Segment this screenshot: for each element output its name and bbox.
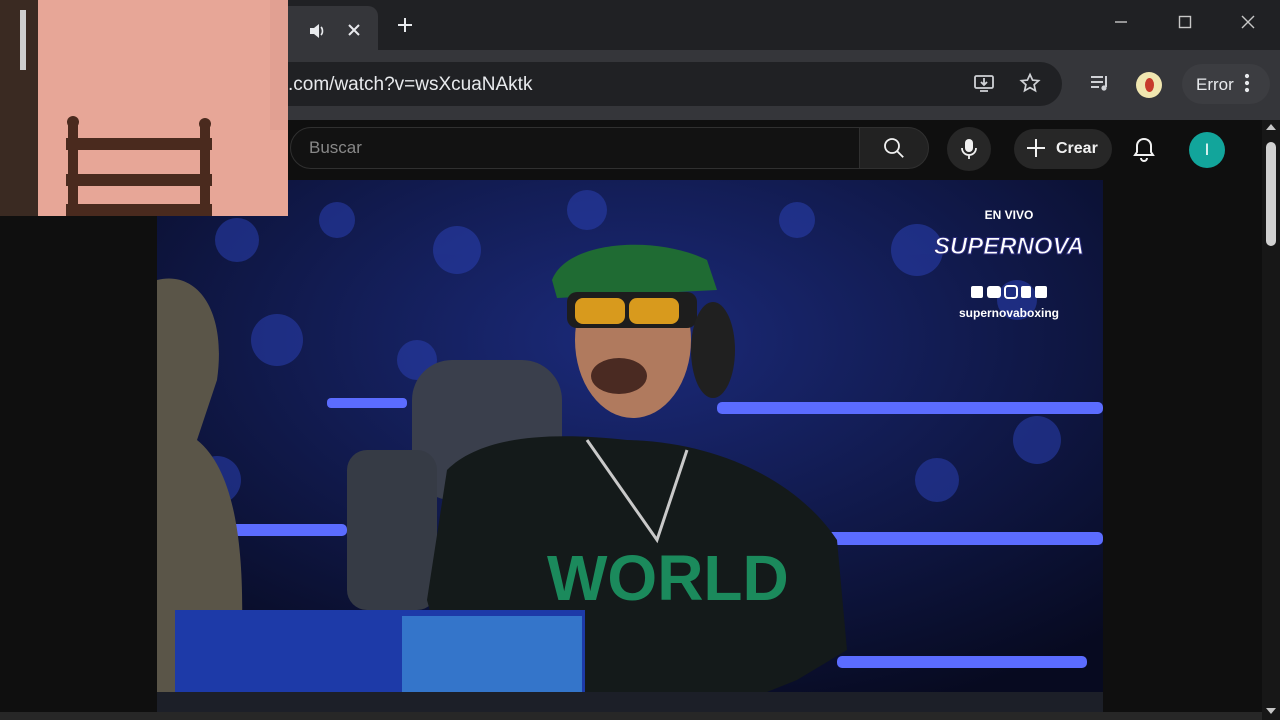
plus-icon [1026, 135, 1046, 164]
window-close-button[interactable] [1237, 14, 1259, 36]
account-avatar[interactable]: I [1189, 132, 1225, 168]
address-bar[interactable]: .com/watch?v=wsXcuaNAktk [240, 62, 1062, 106]
ring-rope [817, 532, 1103, 545]
media-queue-icon[interactable] [1088, 72, 1112, 96]
profile-error-label: Error [1196, 75, 1234, 94]
page-scrollbar[interactable] [1262, 120, 1280, 720]
search-input[interactable] [309, 138, 829, 158]
youtube-icon [987, 286, 1001, 298]
scroll-up-arrow-icon[interactable] [1266, 124, 1276, 130]
ring-rope [837, 656, 1087, 668]
en-vivo-label: EN VIVO [985, 208, 1034, 222]
supernova-logo: SUPERNOVA [934, 233, 1084, 260]
profile-error-chip[interactable]: Error [1182, 64, 1270, 104]
profile-avatar[interactable] [1136, 72, 1162, 98]
new-tab-button[interactable] [394, 12, 416, 38]
plus-icon [398, 18, 412, 32]
create-button[interactable]: Crear [1014, 129, 1112, 169]
minimize-button[interactable] [1110, 14, 1132, 36]
ring-rope [327, 398, 407, 408]
headphones [691, 302, 735, 398]
minimize-icon [1115, 21, 1127, 23]
ring-rope [717, 402, 1103, 414]
webcam-scene [0, 0, 288, 216]
address-url[interactable]: .com/watch?v=wsXcuaNAktk [288, 74, 532, 96]
search-box[interactable] [290, 127, 860, 169]
install-app-icon[interactable] [972, 72, 996, 96]
close-icon[interactable] [346, 22, 362, 43]
handle-label: supernovaboxing [959, 306, 1059, 320]
player-bottom-edge [0, 712, 1262, 720]
scrollbar-thumb[interactable] [1266, 142, 1276, 246]
bookmark-star-icon[interactable] [1018, 72, 1042, 96]
create-label: Crear [1056, 140, 1098, 157]
video-player[interactable]: WORLD EN VIVO SUPERNOVA supernovaboxing [157, 180, 1103, 712]
close-icon [1241, 15, 1255, 29]
speaker-icon[interactable] [308, 22, 326, 45]
facebook-icon [1035, 286, 1047, 298]
notifications-bell-icon[interactable] [1130, 135, 1158, 163]
maximize-button[interactable] [1174, 14, 1196, 36]
desk-edge [157, 692, 1103, 712]
search-button[interactable] [859, 127, 929, 169]
twitch-icon [971, 286, 983, 298]
video-frame: WORLD EN VIVO SUPERNOVA supernovaboxing [157, 180, 1103, 712]
microphone-icon [961, 139, 977, 159]
shirt-text: WORLD [547, 542, 789, 614]
tiktok-icon [1021, 286, 1031, 298]
chair [347, 450, 437, 610]
voice-search-button[interactable] [947, 127, 991, 171]
menu-icon[interactable] [1244, 72, 1250, 99]
active-tab[interactable] [278, 6, 378, 50]
scroll-down-arrow-icon[interactable] [1266, 708, 1276, 714]
search-icon [884, 138, 904, 158]
maximize-icon [1178, 15, 1192, 29]
webcam-overlay [0, 0, 288, 216]
